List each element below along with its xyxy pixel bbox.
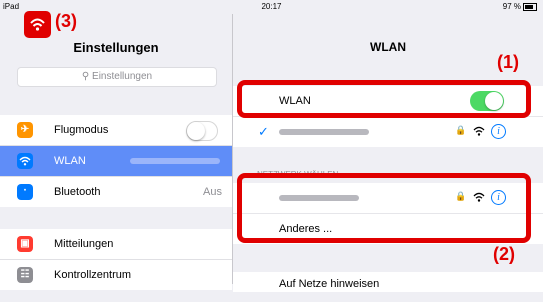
status-time: 20:17 [261, 2, 282, 11]
annotation-label-3: (3) [55, 11, 77, 31]
sidebar-item-label: Kontrollzentrum [54, 269, 132, 281]
annotation-label-2: (2) [493, 244, 515, 264]
notifications-icon: ▣ [17, 236, 33, 252]
blurred-network-name [130, 158, 220, 164]
sidebar-item-kontrollzentrum[interactable]: ☷ Kontrollzentrum [0, 260, 232, 290]
highlight-wifi-status-icon [24, 11, 51, 38]
wifi-signal-icon [473, 126, 485, 136]
sidebar-group-system: ▣ Mitteilungen ☷ Kontrollzentrum [0, 229, 232, 290]
sidebar-group-connectivity: ✈ Flugmodus WLAN ᛫ Bluetooth Aus [0, 115, 232, 207]
sidebar-item-wlan[interactable]: WLAN [0, 146, 232, 177]
status-bar: iPad 20:17 97 % [0, 0, 543, 14]
connected-network-row[interactable]: ✓ 🔒 i [233, 117, 543, 147]
status-battery-text: 97 % [502, 2, 521, 11]
control-center-icon: ☷ [17, 267, 33, 283]
airplane-icon: ✈ [17, 122, 33, 138]
search-input[interactable]: ⚲ Einstellungen [17, 67, 217, 87]
highlight-box-wlan-toggle [237, 80, 531, 118]
bluetooth-status: Aus [203, 186, 222, 198]
battery-icon [523, 3, 537, 11]
sidebar-item-label: WLAN [54, 155, 86, 167]
sidebar-item-label: Mitteilungen [54, 238, 114, 250]
toggle-knob [187, 122, 205, 140]
search-placeholder: Einstellungen [92, 71, 153, 82]
search-icon: ⚲ [81, 71, 90, 82]
wifi-icon [17, 153, 33, 169]
sidebar-item-label: Flugmodus [54, 124, 109, 136]
sidebar: Einstellungen ⚲ Einstellungen ✈ Flugmodu… [0, 14, 233, 290]
sidebar-item-flugmodus[interactable]: ✈ Flugmodus [0, 115, 232, 146]
ask-to-join-group: Auf Netze hinweisen [233, 272, 543, 292]
lock-icon: 🔒 [455, 125, 467, 135]
sidebar-item-mitteilungen[interactable]: ▣ Mitteilungen [0, 229, 232, 260]
info-icon[interactable]: i [491, 124, 506, 139]
sidebar-item-label: Bluetooth [54, 186, 101, 198]
bluetooth-icon: ᛫ [17, 184, 33, 200]
sidebar-item-bluetooth[interactable]: ᛫ Bluetooth Aus [0, 177, 232, 207]
sidebar-title: Einstellungen [73, 40, 159, 55]
checkmark-icon: ✓ [258, 124, 269, 139]
annotation-label-1: (1) [497, 52, 519, 72]
ask-to-join-row[interactable]: Auf Netze hinweisen [233, 272, 543, 302]
highlight-box-network-list [237, 173, 531, 243]
ask-to-join-label: Auf Netze hinweisen [279, 278, 380, 290]
airplane-mode-toggle[interactable] [186, 121, 218, 141]
blurred-network-name [279, 129, 369, 135]
